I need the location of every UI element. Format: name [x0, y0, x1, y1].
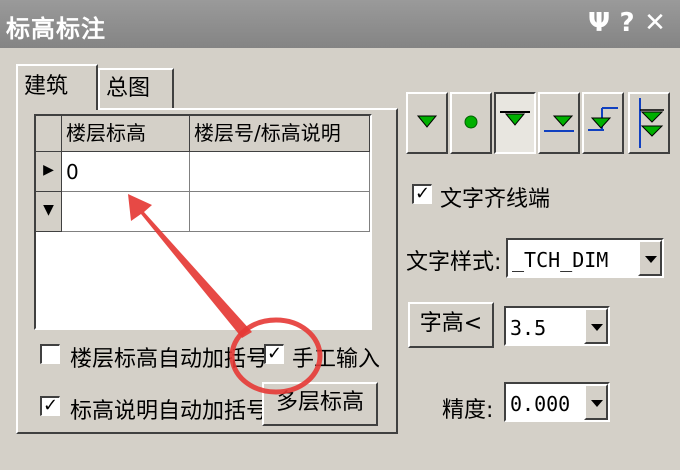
note-cell[interactable] — [190, 192, 370, 232]
manual-input-checkbox[interactable]: ✓ — [264, 344, 284, 364]
circle-icon — [464, 115, 478, 129]
tab-architecture[interactable]: 建筑 — [16, 64, 98, 110]
tab-label: 建筑 — [24, 74, 69, 99]
align-text-label: 文字齐线端 — [440, 187, 551, 212]
align-text-checkbox[interactable]: ✓ — [412, 184, 432, 204]
elevation-cell[interactable]: 0 — [62, 152, 190, 192]
tab-site-plan[interactable]: 总图 — [98, 68, 174, 108]
multi-level-button-label: 多层标高 — [275, 390, 364, 415]
elevation-cell[interactable] — [62, 192, 190, 232]
triangle-underline-icon — [500, 111, 530, 126]
manual-input-label: 手工输入 — [292, 347, 381, 372]
window-title: 标高标注 — [6, 15, 106, 43]
multi-level-button[interactable]: 多层标高 — [262, 382, 378, 426]
precision-value: 0.000 — [510, 392, 571, 416]
auto-bracket-floor-label: 楼层标高自动加括号 — [70, 347, 269, 372]
auto-bracket-note-checkbox[interactable]: ✓ — [40, 396, 60, 416]
column-header[interactable]: 楼层标高 — [62, 116, 190, 152]
precision-select[interactable]: 0.000 — [504, 382, 610, 422]
double-triangle-icon — [639, 98, 664, 148]
precision-label: 精度: — [442, 398, 494, 423]
triangle-down-icon — [416, 115, 438, 128]
grid-corner — [36, 116, 62, 152]
elevation-style-button[interactable] — [406, 92, 448, 154]
help-icon[interactable]: ? — [614, 6, 640, 40]
title-bar[interactable]: 标高标注 Ψ ? ✕ — [0, 0, 680, 48]
elevation-grid[interactable]: 楼层标高 楼层号/标高说明 ▶ 0 ▼ — [34, 114, 372, 330]
text-height-select[interactable]: 3.5 — [504, 306, 610, 346]
tab-label: 总图 — [106, 76, 151, 101]
auto-bracket-note-label: 标高说明自动加括号 — [70, 399, 269, 424]
note-cell[interactable] — [190, 152, 370, 192]
pin-icon[interactable]: Ψ — [586, 6, 612, 40]
row-indicator-new-icon[interactable]: ▼ — [36, 192, 62, 232]
text-height-button[interactable]: 字高< — [408, 302, 494, 348]
elevation-style-button[interactable] — [582, 92, 624, 154]
chevron-down-icon[interactable] — [584, 384, 608, 420]
column-header[interactable]: 楼层号/标高说明 — [190, 116, 370, 152]
elevation-style-button[interactable] — [538, 92, 580, 154]
dialog-window: 标高标注 Ψ ? ✕ 建筑 总图 楼层标高 楼层号/标高说明 ▶ 0 ▼ 楼层标… — [0, 0, 680, 470]
chevron-down-icon[interactable] — [638, 240, 662, 276]
elevation-style-button-selected[interactable] — [494, 92, 536, 154]
elevation-style-button[interactable] — [450, 92, 492, 154]
text-height-button-label: 字高< — [419, 311, 483, 336]
text-style-select[interactable]: _TCH_DIM — [506, 238, 664, 278]
chevron-down-icon[interactable] — [584, 308, 608, 344]
text-height-value: 3.5 — [510, 316, 547, 340]
row-indicator-current-icon[interactable]: ▶ — [36, 152, 62, 192]
triangle-left-line-icon — [588, 107, 618, 131]
close-icon[interactable]: ✕ — [642, 6, 668, 40]
elevation-style-button[interactable] — [628, 92, 670, 154]
text-style-label: 文字样式: — [406, 250, 502, 275]
auto-bracket-floor-checkbox[interactable] — [40, 344, 60, 364]
outline-triangle-line-icon — [544, 115, 574, 132]
text-style-value: _TCH_DIM — [512, 248, 609, 272]
